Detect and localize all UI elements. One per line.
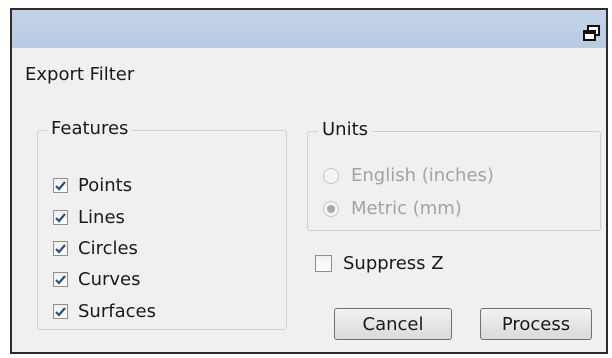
radio-label: Metric (mm) [351,198,462,219]
checkbox-box[interactable] [53,241,68,256]
checkbox-label: Suppress Z [343,253,444,274]
checkbox-box[interactable] [315,255,332,272]
checkbox-circles[interactable]: Circles [53,238,138,259]
radio-metric-mm[interactable]: Metric (mm) [323,198,462,219]
radio-label: English (inches) [351,165,494,186]
title-bar [12,10,606,48]
checkbox-label: Surfaces [78,301,156,322]
restore-window-icon[interactable] [582,24,602,42]
radio-button[interactable] [323,200,339,217]
checkbox-surfaces[interactable]: Surfaces [53,301,156,322]
process-button[interactable]: Process [480,308,592,340]
units-legend: Units [318,119,373,140]
units-group: Units English (inches) Metric (mm) [307,119,601,231]
features-group: Features Points Lines Circles Curves Sur… [37,118,287,330]
checkbox-points[interactable]: Points [53,175,132,196]
checkbox-label: Curves [78,269,141,290]
checkbox-label: Circles [78,238,138,259]
checkbox-box[interactable] [53,272,68,287]
checkbox-box[interactable] [53,304,68,319]
checkbox-box[interactable] [53,178,68,193]
radio-selected-dot [327,204,335,213]
radio-button[interactable] [323,167,339,184]
checkbox-box[interactable] [53,210,68,225]
checkbox-label: Lines [78,207,125,228]
checkbox-lines[interactable]: Lines [53,207,125,228]
radio-english-inches[interactable]: English (inches) [323,165,494,186]
checkbox-label: Points [78,175,133,196]
checkbox-curves[interactable]: Curves [53,269,140,290]
checkbox-suppress-z[interactable]: Suppress Z [315,253,444,274]
form-title: Export Filter [25,64,135,85]
cancel-button[interactable]: Cancel [334,308,452,340]
features-legend: Features [47,118,133,139]
export-filter-dialog: Export Filter Features Points Lines Circ… [10,8,608,354]
